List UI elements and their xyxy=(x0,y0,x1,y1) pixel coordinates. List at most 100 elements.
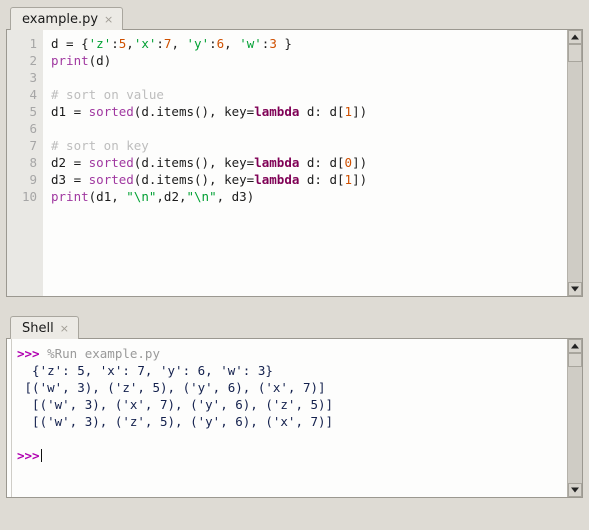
tab-shell[interactable]: Shell × xyxy=(10,316,79,339)
line-number: 9 xyxy=(29,172,37,187)
shell-output-text: [('w', 3), ('z', 5), ('y', 6), ('x', 7)] xyxy=(17,380,326,395)
code-line: d3 = sorted(d.items(), key=lambda d: d[1… xyxy=(51,171,567,188)
code-token-def: ]) xyxy=(352,104,368,119)
code-token-bi: sorted xyxy=(88,104,134,119)
code-token-def: (d) xyxy=(88,53,112,68)
code-token-num: 1 xyxy=(344,104,353,119)
line-number-gutter: 1 2 3 4 5 6 7 8 9 10 xyxy=(7,30,43,296)
line-number: 6 xyxy=(29,121,37,136)
code-token-def: , xyxy=(126,36,134,51)
code-token-def: d: d[ xyxy=(299,104,345,119)
code-token-com: # sort on key xyxy=(51,138,149,153)
shell-tab-bar: Shell × xyxy=(0,309,589,339)
editor-tab-bar: example.py × xyxy=(0,0,589,30)
code-token-str: "\n" xyxy=(126,189,157,204)
scroll-up-arrow-icon[interactable] xyxy=(568,30,582,44)
shell-output-area[interactable]: >>> %Run example.py {'z': 5, 'x': 7, 'y'… xyxy=(7,339,567,497)
code-token-bi: print xyxy=(51,189,89,204)
code-token-def: (d1, xyxy=(88,189,127,204)
shell-magic-command: %Run example.py xyxy=(39,346,160,361)
code-token-num: 1 xyxy=(344,172,353,187)
code-token-bi: sorted xyxy=(88,155,134,170)
code-token-def: ]) xyxy=(352,172,368,187)
shell-prompt: >>> xyxy=(17,448,40,463)
shell-pane: >>> %Run example.py {'z': 5, 'x': 7, 'y'… xyxy=(6,338,583,498)
code-token-def: : xyxy=(209,36,217,51)
code-line: d = {'z':5,'x':7, 'y':6, 'w':3 } xyxy=(51,35,567,52)
code-token-bi: sorted xyxy=(88,172,134,187)
code-token-def: , xyxy=(171,36,187,51)
code-line: d2 = sorted(d.items(), key=lambda d: d[0… xyxy=(51,154,567,171)
text-cursor xyxy=(40,449,42,462)
shell-output-text: [('w', 3), ('x', 7), ('y', 6), ('z', 5)] xyxy=(17,397,334,412)
code-token-def: d = { xyxy=(51,36,89,51)
code-token-def: ,d2, xyxy=(156,189,187,204)
close-icon[interactable]: × xyxy=(104,14,113,25)
code-token-bi: print xyxy=(51,53,89,68)
shell-line: >>> xyxy=(7,447,567,464)
editor-scroll-thumb[interactable] xyxy=(568,44,582,62)
code-line: # sort on value xyxy=(51,86,567,103)
code-token-def: ]) xyxy=(352,155,368,170)
code-token-def: d: d[ xyxy=(299,155,345,170)
code-token-com: # sort on value xyxy=(51,87,164,102)
pane-divider xyxy=(0,297,589,309)
code-token-def: d1 = xyxy=(51,104,89,119)
code-token-str: 'x' xyxy=(133,36,157,51)
line-number: 7 xyxy=(29,138,37,153)
code-token-def: } xyxy=(276,36,292,51)
line-number: 2 xyxy=(29,53,37,68)
shell-output-text: [('w', 3), ('z', 5), ('y', 6), ('x', 7)] xyxy=(17,414,334,429)
close-icon[interactable]: × xyxy=(60,323,69,334)
line-number: 3 xyxy=(29,70,37,85)
shell-scroll-thumb[interactable] xyxy=(568,353,582,367)
shell-left-margin-rule xyxy=(11,339,12,497)
shell-vertical-scrollbar[interactable] xyxy=(567,339,582,497)
tab-example-py[interactable]: example.py × xyxy=(10,7,124,30)
code-token-num: 0 xyxy=(344,155,353,170)
shell-output-text: {'z': 5, 'x': 7, 'y': 6, 'w': 3} xyxy=(17,363,273,378)
line-number: 5 xyxy=(29,104,37,119)
shell-line: >>> %Run example.py xyxy=(7,345,567,362)
line-number: 1 xyxy=(29,36,37,51)
shell-prompt: >>> xyxy=(17,346,40,361)
code-token-def: : xyxy=(111,36,119,51)
editor-scroll-track[interactable] xyxy=(568,44,582,282)
editor-vertical-scrollbar[interactable] xyxy=(567,30,582,296)
code-token-def: (d.items(), key= xyxy=(133,172,255,187)
scroll-down-arrow-icon[interactable] xyxy=(568,483,582,497)
editor-pane: 1 2 3 4 5 6 7 8 9 10 d = {'z':5,'x':7, 'y':6, 'w'… xyxy=(6,29,583,297)
code-token-def: , d3) xyxy=(216,189,255,204)
code-token-str: 'z' xyxy=(88,36,112,51)
shell-line: [('w', 3), ('x', 7), ('y', 6), ('z', 5)] xyxy=(7,396,567,413)
code-token-kw: lambda xyxy=(254,172,300,187)
shell-line: [('w', 3), ('z', 5), ('y', 6), ('x', 7)] xyxy=(7,379,567,396)
code-editor-area[interactable]: d = {'z':5,'x':7, 'y':6, 'w':3 } print(d)… xyxy=(43,30,567,296)
shell-line: [('w', 3), ('z', 5), ('y', 6), ('x', 7)] xyxy=(7,413,567,430)
code-line: print(d1, "\n",d2,"\n", d3) xyxy=(51,188,567,205)
code-token-def: : xyxy=(156,36,164,51)
code-token-str: "\n" xyxy=(186,189,217,204)
tab-shell-label: Shell xyxy=(22,320,54,336)
code-token-def: d: d[ xyxy=(299,172,345,187)
code-token-str: 'y' xyxy=(186,36,210,51)
code-token-kw: lambda xyxy=(254,155,300,170)
code-token-def: (d.items(), key= xyxy=(133,155,255,170)
scroll-down-arrow-icon[interactable] xyxy=(568,282,582,296)
code-token-num: 3 xyxy=(269,36,277,51)
scroll-up-arrow-icon[interactable] xyxy=(568,339,582,353)
code-token-def: , xyxy=(224,36,240,51)
shell-line: {'z': 5, 'x': 7, 'y': 6, 'w': 3} xyxy=(7,362,567,379)
shell-scroll-track[interactable] xyxy=(568,353,582,483)
line-number: 8 xyxy=(29,155,37,170)
code-line: # sort on key xyxy=(51,137,567,154)
code-token-def: d2 = xyxy=(51,155,89,170)
code-token-str: 'w' xyxy=(239,36,262,51)
code-line: d1 = sorted(d.items(), key=lambda d: d[1… xyxy=(51,103,567,120)
code-token-kw: lambda xyxy=(254,104,300,119)
thonny-ide-window: example.py × 1 2 3 4 5 6 7 8 9 10 d = {'z':5,'x':… xyxy=(0,0,589,530)
line-number: 10 xyxy=(21,189,37,204)
